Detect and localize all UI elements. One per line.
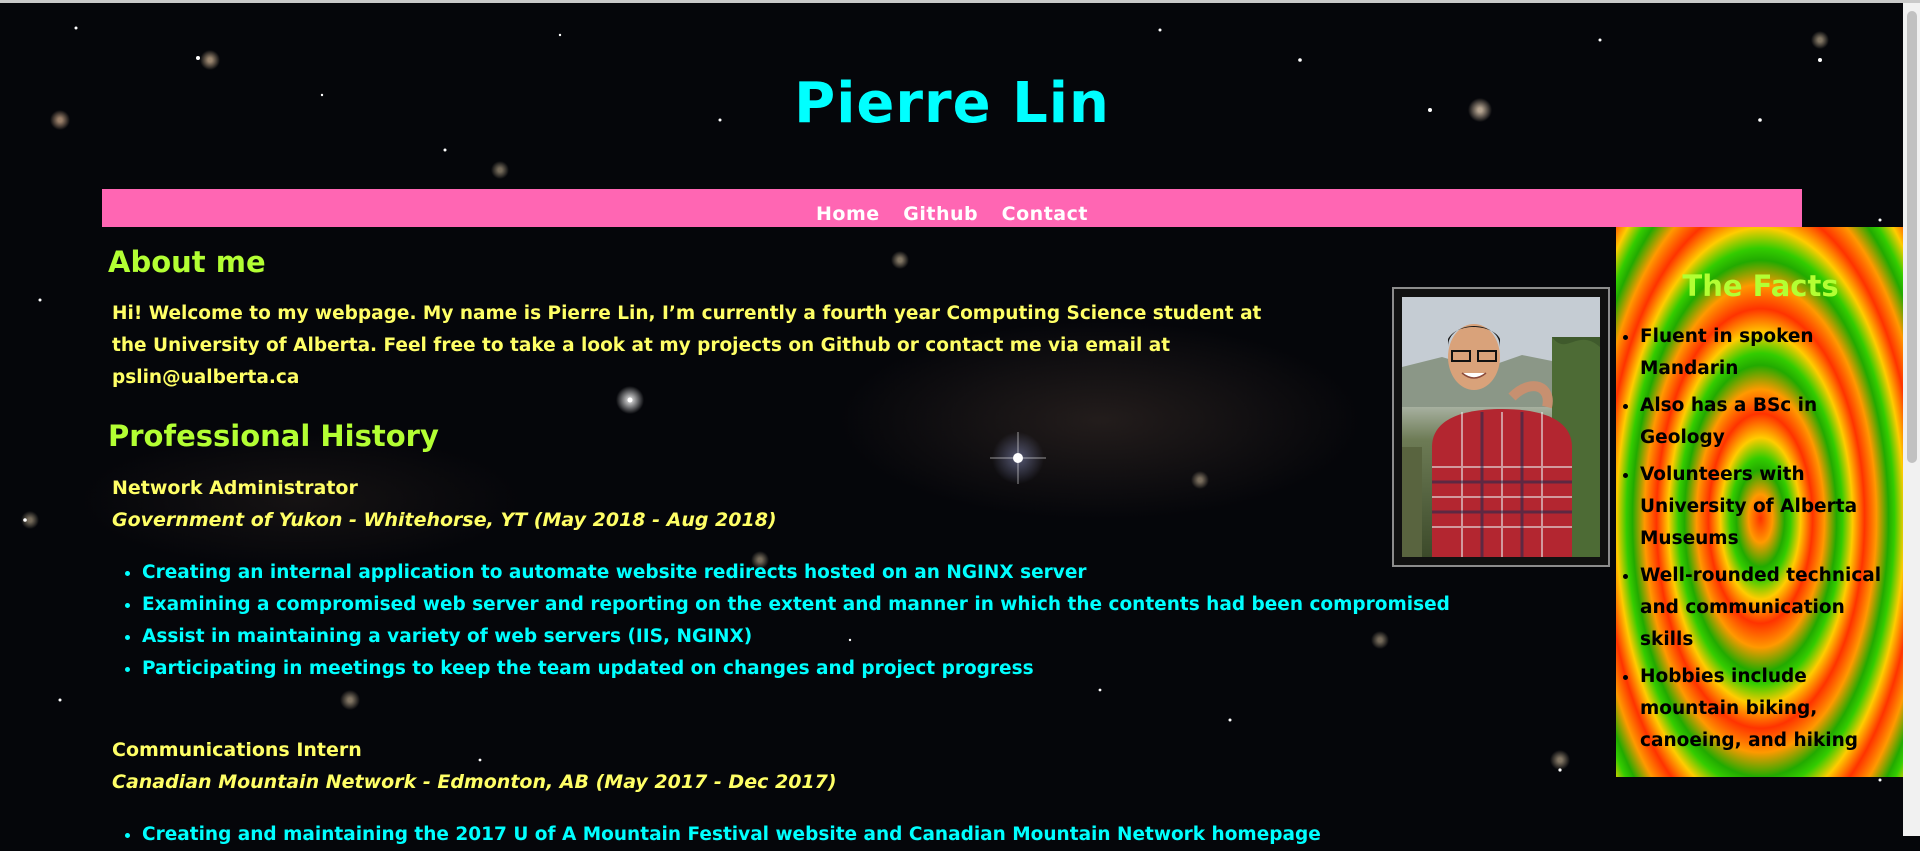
list-item: Fluent in spoken Mandarin [1640,321,1885,385]
job-title: Communications Intern [112,739,362,761]
about-heading: About me [108,245,266,279]
scrollbar-thumb[interactable] [1907,11,1917,463]
nav-link-contact[interactable]: Contact [1002,189,1088,239]
list-item: Examining a compromised web server and r… [142,589,1450,621]
list-item: Assist in maintaining a variety of web s… [142,621,1450,653]
job-organization: Canadian Mountain Network - Edmonton, AB… [112,771,837,793]
facts-list: Fluent in spoken Mandarin Also has a BSc… [1616,321,1905,762]
professional-history-heading: Professional History [108,419,439,453]
list-item: Participating in meetings to keep the te… [142,653,1450,685]
job-duties-list: Creating and maintaining the 2017 U of A… [102,819,1321,851]
profile-photo [1402,297,1600,557]
nav-link-github[interactable]: Github [903,189,978,239]
profile-photo-frame [1392,287,1610,567]
facts-heading: The Facts [1682,269,1839,303]
person-portrait-icon [1402,297,1600,557]
navigation-bar: Home Github Contact [102,189,1802,227]
page-container: Pierre Lin Home Github Contact About me … [102,0,1905,845]
job-title: Network Administrator [112,477,358,499]
list-item: Well-rounded technical and communication… [1640,560,1885,656]
job-duties-list: Creating an internal application to auto… [102,557,1450,685]
about-text: Hi! Welcome to my webpage. My name is Pi… [112,303,1262,388]
nav-link-home[interactable]: Home [816,189,880,239]
list-item: Creating and maintaining the 2017 U of A… [142,819,1321,851]
list-item: Hobbies include mountain biking, canoein… [1640,661,1885,757]
facts-sidebar: The Facts Fluent in spoken Mandarin Also… [1616,227,1905,777]
site-title: Pierre Lin [794,71,1110,136]
list-item: Volunteers with University of Alberta Mu… [1640,459,1885,555]
vertical-scrollbar[interactable] [1903,3,1920,836]
list-item: Creating an internal application to auto… [142,557,1450,589]
list-item: Also has a BSc in Geology [1640,390,1885,454]
job-organization: Government of Yukon - Whitehorse, YT (Ma… [112,509,777,531]
